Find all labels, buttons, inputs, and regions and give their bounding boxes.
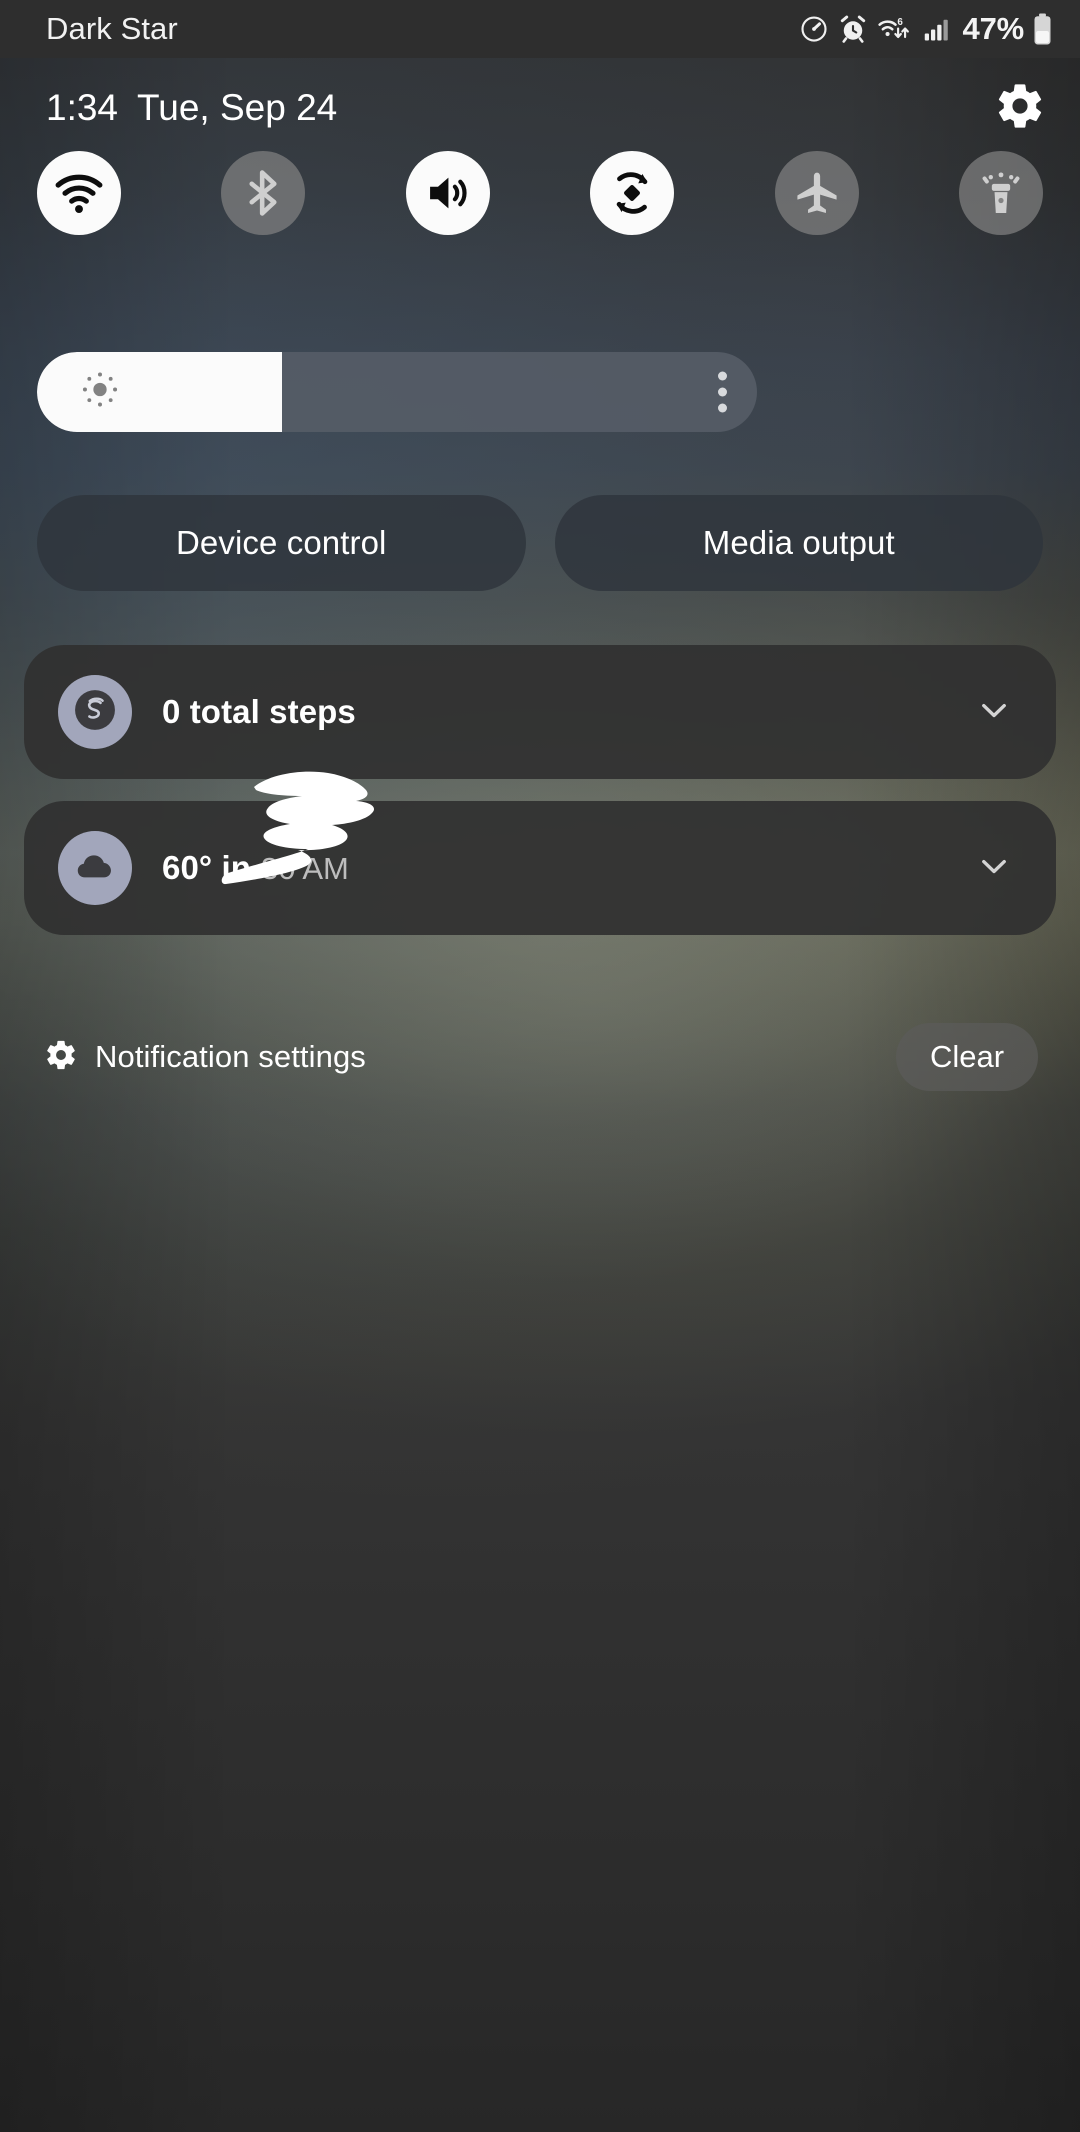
dot (718, 371, 727, 381)
alarm-clock-icon (838, 14, 868, 44)
toggle-sound[interactable] (405, 151, 490, 235)
cellular-signal-icon (922, 14, 952, 44)
clock-time[interactable]: 1:34 (46, 87, 118, 129)
media-output-button[interactable]: Media output (554, 495, 1043, 591)
brightness-slider-fill (37, 352, 282, 432)
notification-title: 60° in (162, 849, 251, 886)
notification-content: 60° in 30 AM (132, 771, 972, 887)
notification-footer: Notification settings Clear (0, 1022, 1080, 1092)
toggle-airplane-mode[interactable] (774, 151, 859, 235)
notification-settings-button[interactable]: Notification settings (44, 1038, 366, 1077)
notification-list: 0 total steps 60° in 30 AM (24, 645, 1056, 957)
samsung-health-icon (72, 687, 118, 738)
toggle-auto-rotate[interactable] (590, 151, 675, 235)
notification-title: 0 total steps (162, 693, 356, 730)
notification-steps[interactable]: 0 total steps (24, 645, 1056, 779)
data-usage-speedometer-icon (799, 14, 829, 44)
quick-settings-panel: Dark Star 6 47% 1:34 Tue, Sep 24 Device … (0, 0, 1080, 2132)
wifi-6-transfer-icon: 6 (877, 14, 913, 44)
avatar (58, 831, 132, 905)
toggle-bluetooth[interactable] (221, 151, 306, 235)
toggle-flashlight[interactable] (958, 151, 1043, 235)
battery-percent-label: 47% (962, 11, 1025, 46)
device-control-button[interactable]: Device control (37, 495, 526, 591)
chevron-down-icon[interactable] (972, 844, 1016, 893)
action-pill-row: Device control Media output (37, 495, 1043, 591)
toggle-wifi[interactable] (37, 151, 121, 235)
avatar (58, 675, 132, 749)
notification-weather[interactable]: 60° in 30 AM (24, 771, 1056, 935)
notification-subtitle: 30 AM (261, 851, 349, 886)
clock-group[interactable]: 1:34 Tue, Sep 24 (46, 87, 337, 129)
cloud-icon (73, 844, 117, 893)
notification-settings-label: Notification settings (95, 1039, 366, 1074)
status-bar: Dark Star 6 47% (0, 0, 1080, 58)
notification-content: 0 total steps (132, 693, 972, 731)
settings-gear-icon[interactable] (994, 80, 1046, 137)
carrier-label: Dark Star (46, 11, 178, 46)
status-bar-icons: 6 47% (799, 11, 1052, 47)
brightness-slider[interactable] (37, 352, 757, 432)
brightness-sun-icon (79, 369, 121, 416)
clear-button[interactable]: Clear (896, 1023, 1038, 1091)
dot (718, 387, 727, 397)
panel-header: 1:34 Tue, Sep 24 (0, 72, 1080, 144)
svg-text:6: 6 (897, 17, 903, 28)
clock-date[interactable]: Tue, Sep 24 (137, 87, 337, 129)
quick-toggle-row (0, 148, 1080, 238)
chevron-down-icon[interactable] (972, 688, 1016, 737)
dot (718, 403, 727, 413)
battery-icon (1033, 13, 1052, 45)
brightness-more-options-button[interactable] (718, 371, 727, 413)
gear-icon (44, 1038, 78, 1077)
